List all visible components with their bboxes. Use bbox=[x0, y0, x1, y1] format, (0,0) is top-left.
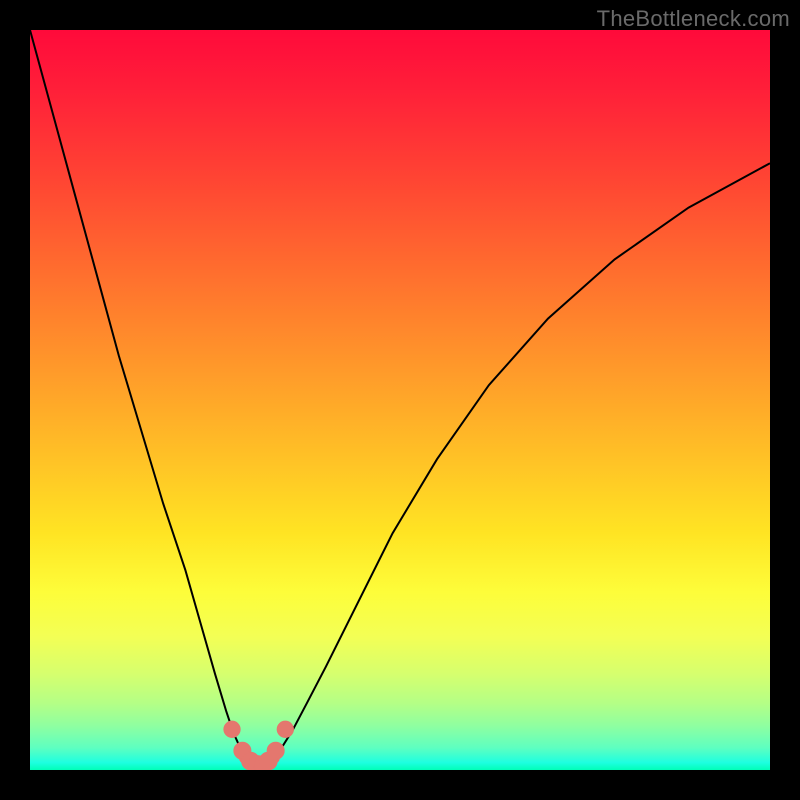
trough-markers bbox=[224, 721, 294, 770]
plot-area bbox=[30, 30, 770, 770]
curve-svg bbox=[30, 30, 770, 770]
trough-marker bbox=[277, 721, 293, 737]
watermark-text: TheBottleneck.com bbox=[597, 6, 790, 32]
curve-left bbox=[30, 30, 245, 758]
trough-marker bbox=[267, 742, 284, 759]
trough-marker bbox=[224, 721, 240, 737]
curve-right bbox=[274, 163, 770, 758]
